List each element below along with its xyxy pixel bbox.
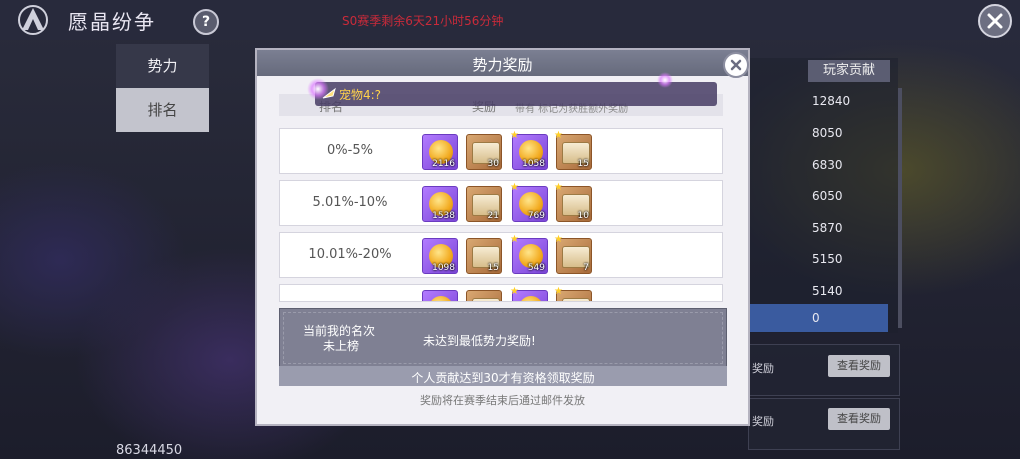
reward-item[interactable]: 15 xyxy=(466,238,502,274)
item-quantity: 1058 xyxy=(522,159,545,169)
item-quantity: 7 xyxy=(583,263,589,273)
tab-ranking[interactable]: 排名 xyxy=(116,88,209,132)
my-rank-value: 未上榜 xyxy=(323,339,360,353)
side-reward-text: 奖励 xyxy=(752,362,774,375)
view-reward-button[interactable]: 查看奖励 xyxy=(828,408,890,430)
faction-logo-icon xyxy=(18,5,48,35)
bonus-star-icon: ★ xyxy=(554,286,563,297)
shell-coin-icon xyxy=(429,296,453,301)
faction-reward-dialog: 势力奖励 排名 奖励 带有 标记为获胜额外奖励 宠物4:? 0%-5% 2116… xyxy=(255,48,750,426)
bonus-star-icon: ★ xyxy=(554,130,563,141)
side-reward-text: 奖励 xyxy=(752,415,774,428)
rank-range: 5.01%-10% xyxy=(312,195,388,210)
contribution-value: 6050 xyxy=(812,189,843,203)
close-icon xyxy=(987,13,1003,29)
bonus-star-icon: ★ xyxy=(554,234,563,245)
reward-item[interactable] xyxy=(466,290,502,301)
pet-label: 宠物4:? xyxy=(339,88,382,102)
reward-item[interactable]: 30 xyxy=(466,134,502,170)
bonus-star-icon: ★ xyxy=(510,130,519,141)
reward-item[interactable]: ★ xyxy=(554,286,592,301)
contribution-value: 8050 xyxy=(812,126,843,140)
contribution-header: 玩家贡献 xyxy=(808,60,890,82)
sparkle-icon xyxy=(657,72,673,88)
item-quantity: 21 xyxy=(487,211,499,221)
item-quantity: 1538 xyxy=(432,211,455,221)
reward-item[interactable]: ★ 15 xyxy=(554,130,592,170)
shell-coin-icon xyxy=(519,296,543,301)
bonus-star-icon: ★ xyxy=(510,286,519,297)
view-reward-button[interactable]: 查看奖励 xyxy=(828,355,890,377)
tab-faction[interactable]: 势力 xyxy=(116,44,209,88)
reward-item[interactable]: 1098 xyxy=(422,238,458,274)
bonus-star-icon: ★ xyxy=(554,182,563,193)
reward-row: 5.01%-10% 1538 21 ★ 769 ★ 10 xyxy=(279,180,723,226)
reward-item[interactable]: ★ xyxy=(510,286,548,301)
treasure-chest-icon xyxy=(472,298,500,301)
reward-row: ★ ★ xyxy=(279,284,723,302)
item-quantity: 769 xyxy=(527,211,545,221)
item-quantity: 2116 xyxy=(432,159,455,169)
contribution-value: 0 xyxy=(812,311,820,325)
bonus-star-icon: ★ xyxy=(510,182,519,193)
season-timer: S0赛季剩余6天21小时56分钟 xyxy=(342,14,504,28)
reward-item[interactable]: ★ 769 xyxy=(510,182,548,222)
item-quantity: 30 xyxy=(487,159,499,169)
treasure-chest-icon xyxy=(562,298,590,301)
dialog-title: 势力奖励 xyxy=(472,56,533,74)
reward-item[interactable] xyxy=(422,290,458,301)
contribution-value: 5870 xyxy=(812,221,843,235)
dialog-footer-note: 奖励将在赛季结束后通过邮件发放 xyxy=(420,394,585,407)
rank-range: 0%-5% xyxy=(327,143,373,158)
close-main-button[interactable] xyxy=(978,4,1012,38)
my-reward-message: 未达到最低势力奖励! xyxy=(423,334,536,348)
item-quantity: 15 xyxy=(577,159,589,169)
contribution-value: 6830 xyxy=(812,158,843,172)
reward-item[interactable]: ★ 7 xyxy=(554,234,592,274)
reward-item[interactable]: 2116 xyxy=(422,134,458,170)
close-icon xyxy=(730,59,742,71)
help-icon[interactable]: ? xyxy=(193,9,219,35)
reward-item[interactable]: 21 xyxy=(466,186,502,222)
dialog-close-button[interactable] xyxy=(723,52,749,78)
item-quantity: 15 xyxy=(487,263,499,273)
reward-item[interactable]: ★ 549 xyxy=(510,234,548,274)
requirement-text: 个人贡献达到30才有资格领取奖励 xyxy=(411,371,595,385)
bonus-star-icon: ★ xyxy=(510,234,519,245)
item-quantity: 10 xyxy=(577,211,589,221)
contribution-value: 5150 xyxy=(812,252,843,266)
reward-item[interactable]: 1538 xyxy=(422,186,458,222)
reward-item[interactable]: ★ 10 xyxy=(554,182,592,222)
rank-range: 10.01%-20% xyxy=(308,247,392,262)
reward-row: 10.01%-20% 1098 15 ★ 549 ★ 7 xyxy=(279,232,723,278)
sparkle-icon xyxy=(307,78,329,100)
contribution-value: 5140 xyxy=(812,284,843,298)
contribution-value: 12840 xyxy=(812,94,851,108)
reward-row: 0%-5% 2116 30 ★ 1058 ★ 15 xyxy=(279,128,723,174)
item-quantity: 1098 xyxy=(432,263,455,273)
page-title: 愿晶纷争 xyxy=(68,10,156,34)
item-quantity: 549 xyxy=(527,263,545,273)
total-score: 86344450 xyxy=(116,443,183,458)
reward-item[interactable]: ★ 1058 xyxy=(510,130,548,170)
ranking-scrollbar[interactable] xyxy=(898,88,902,328)
